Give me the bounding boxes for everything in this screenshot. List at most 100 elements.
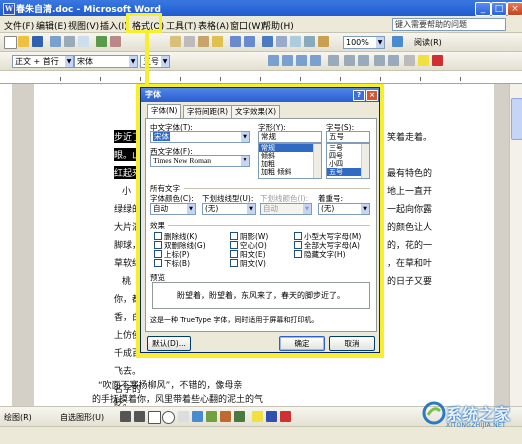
subscript-checkbox[interactable]: 下标(B) (154, 258, 190, 269)
menu-view[interactable]: 视图(V) (68, 19, 99, 32)
doc-line: 的手抚摸着你，风里带着些心翻的泥土的气 (92, 395, 264, 405)
draw-menu-button[interactable]: 绘图(R) (4, 412, 32, 423)
help-question-icon[interactable]: ? (353, 90, 365, 101)
style-combo[interactable]: 正文 + 首行 ▼ (12, 55, 74, 68)
justify-icon[interactable] (310, 55, 321, 66)
close-button[interactable]: × (507, 2, 522, 16)
border-icon[interactable] (404, 55, 415, 66)
font-preview-box: 盼望着，盼望着，东风来了，春天的脚步近了。 (152, 282, 370, 309)
cut-icon[interactable] (170, 36, 181, 47)
font-combo[interactable]: 宋体 ▼ (74, 55, 138, 68)
effects-label: 效果 (150, 221, 165, 230)
numbering-icon[interactable] (344, 55, 355, 66)
increase-indent-icon[interactable] (388, 55, 399, 66)
font-size-list[interactable]: 三号 四号 小四 五号 (326, 143, 370, 179)
cancel-button[interactable]: 取消 (329, 336, 375, 351)
engrave-checkbox[interactable]: 阴文(V) (230, 258, 266, 269)
font-style-option[interactable]: 常规 (259, 144, 321, 152)
tables-icon[interactable] (276, 36, 287, 47)
decrease-indent-icon[interactable] (374, 55, 385, 66)
new-doc-icon[interactable] (4, 36, 17, 49)
list-scrollbar[interactable] (361, 144, 369, 178)
fill-color-icon[interactable] (252, 411, 263, 422)
paste-icon[interactable] (198, 36, 209, 47)
font-style-option[interactable]: 倾斜 (259, 152, 321, 160)
clipart-icon[interactable] (220, 411, 231, 422)
print-icon[interactable] (64, 36, 75, 47)
menu-file[interactable]: 文件(F) (4, 19, 34, 32)
read-mode-button[interactable]: 阅读(R) (414, 37, 442, 48)
horizontal-ruler[interactable] (0, 71, 522, 84)
print-preview-icon[interactable] (78, 36, 89, 47)
ask-question-input[interactable]: 键入需要帮助的问题 (392, 18, 506, 31)
tab-character-spacing[interactable]: 字符间距(R) (183, 105, 233, 118)
menu-table[interactable]: 表格(A) (198, 19, 229, 32)
picture-icon[interactable] (234, 411, 245, 422)
save-icon[interactable] (32, 36, 43, 47)
doc-line-right: 的日子又要 (387, 277, 433, 287)
text-color-icon[interactable] (280, 411, 291, 422)
dialog-title-bar[interactable]: 字体 ? × (141, 88, 379, 102)
menu-edit[interactable]: 编辑(E) (36, 19, 67, 32)
research-icon[interactable] (110, 36, 121, 47)
menu-help[interactable]: 帮助(H) (262, 19, 294, 32)
chevron-down-icon: ▼ (247, 204, 255, 214)
menu-tools[interactable]: 工具(T) (166, 19, 197, 32)
minimize-button[interactable]: _ (475, 2, 491, 16)
help-icon[interactable] (392, 36, 403, 47)
zoom-combo[interactable]: 100% ▼ (343, 36, 385, 49)
line-color-icon[interactable] (266, 411, 277, 422)
rectangle-tool-icon[interactable] (148, 411, 161, 424)
tab-text-effects[interactable]: 文字效果(X) (231, 105, 280, 118)
arrow-tool-icon[interactable] (134, 411, 145, 422)
doc-line: 小 (122, 187, 132, 197)
font-size-input[interactable]: 五号 (326, 131, 370, 143)
menu-window[interactable]: 窗口(W) (230, 19, 264, 32)
word-app-icon[interactable]: W (3, 3, 15, 15)
wordart-icon[interactable] (192, 411, 203, 422)
diagram-icon[interactable] (206, 411, 217, 422)
font-style-option[interactable]: 加粗 倾斜 (259, 168, 321, 176)
copy-icon[interactable] (184, 36, 195, 47)
maximize-button[interactable]: □ (491, 2, 507, 16)
font-color-icon[interactable] (432, 55, 443, 66)
autoshape-menu-button[interactable]: 自选图形(U) (60, 412, 104, 423)
underline-style-select[interactable]: (无) ▼ (202, 203, 256, 215)
line-tool-icon[interactable] (120, 411, 131, 422)
open-folder-icon[interactable] (18, 36, 29, 47)
redo-icon[interactable] (244, 36, 255, 47)
standard-toolbar: 100% ▼ 阅读(R) (0, 33, 522, 52)
font-color-select[interactable]: 自动 ▼ (150, 203, 196, 215)
insert-table-icon[interactable] (290, 36, 301, 47)
chinese-font-select[interactable]: 宋体 ▼ (150, 131, 250, 143)
highlight-icon[interactable] (418, 55, 429, 66)
oval-tool-icon[interactable] (162, 411, 175, 424)
list-scrollbar[interactable] (313, 144, 321, 178)
font-style-option[interactable]: 加粗 (259, 160, 321, 168)
font-style-list[interactable]: 常规 倾斜 加粗 加粗 倾斜 (258, 143, 322, 179)
undo-icon[interactable] (230, 36, 241, 47)
textbox-tool-icon[interactable] (178, 411, 189, 422)
dialog-close-icon[interactable]: × (366, 90, 378, 101)
drawing-icon[interactable] (318, 36, 329, 47)
format-painter-icon[interactable] (212, 36, 223, 47)
spelling-icon[interactable] (96, 36, 107, 47)
scroll-thumb[interactable] (511, 98, 522, 140)
menu-insert[interactable]: 插入(I) (100, 19, 128, 32)
align-right-icon[interactable] (296, 55, 307, 66)
default-button[interactable]: 默认(D)... (147, 336, 191, 351)
tab-font[interactable]: 字体(N) (147, 104, 182, 119)
hidden-text-checkbox[interactable]: 隐藏文字(H) (294, 249, 346, 260)
vertical-scrollbar[interactable] (509, 84, 522, 406)
align-center-icon[interactable] (282, 55, 293, 66)
western-font-select[interactable]: Times New Roman ▼ (150, 155, 250, 167)
hyperlink-icon[interactable] (262, 36, 273, 47)
font-style-input[interactable]: 常规 (258, 131, 322, 143)
ok-button[interactable]: 确定 (279, 336, 325, 351)
align-left-icon[interactable] (268, 55, 279, 66)
bullets-icon[interactable] (358, 55, 369, 66)
permission-icon[interactable] (50, 36, 61, 47)
columns-icon[interactable] (304, 36, 315, 47)
line-spacing-icon[interactable] (328, 55, 339, 66)
emphasis-mark-select[interactable]: (无) ▼ (318, 203, 370, 215)
